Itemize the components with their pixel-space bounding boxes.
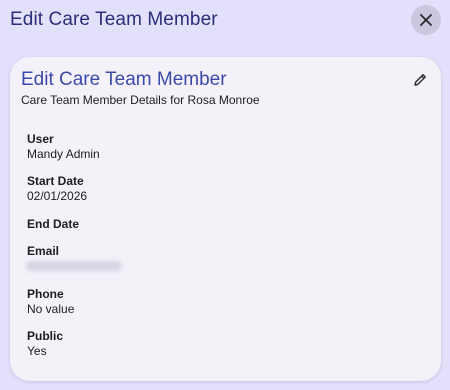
close-button[interactable] (411, 5, 441, 35)
start-date-label: Start Date (27, 174, 84, 188)
end-date-label: End Date (27, 217, 80, 231)
email-label: Email (27, 244, 60, 258)
dialog-header: Edit Care Team Member (0, 0, 450, 42)
email-value-redacted (26, 261, 122, 271)
dialog-title: Edit Care Team Member (10, 9, 218, 30)
pencil-icon (414, 74, 426, 86)
user-label: User (27, 132, 54, 146)
edit-button[interactable] (410, 70, 430, 90)
public-label: Public (27, 329, 64, 343)
card-subtitle: Care Team Member Details for Rosa Monroe (21, 93, 260, 107)
care-team-member-card: Edit Care Team Member Care Team Member D… (10, 57, 441, 381)
close-icon (420, 14, 432, 26)
user-value: Mandy Admin (27, 147, 100, 161)
start-date-value: 02/01/2026 (27, 189, 88, 203)
phone-value: No value (27, 302, 75, 316)
public-value: Yes (27, 344, 47, 358)
card-title: Edit Care Team Member (21, 69, 227, 90)
phone-label: Phone (27, 287, 64, 301)
